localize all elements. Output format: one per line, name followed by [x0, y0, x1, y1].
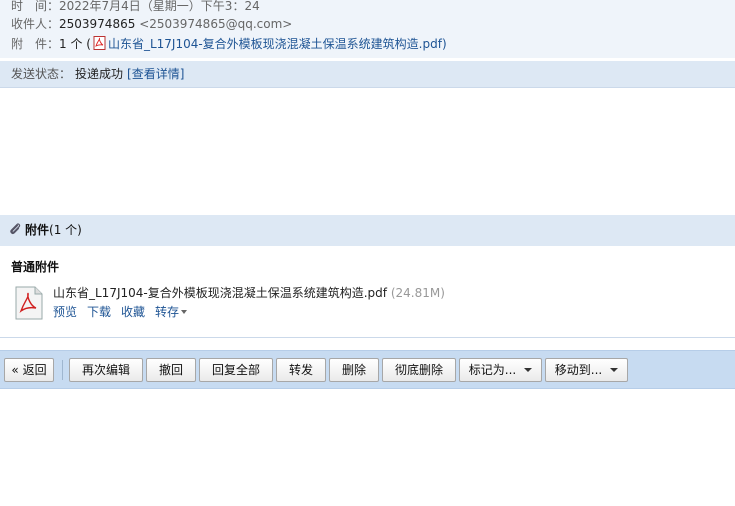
- attachment-actions: 预览 下载 收藏 转存: [53, 303, 188, 320]
- attachment-close: ): [441, 37, 447, 51]
- attachment-section-count: (1 个): [49, 223, 82, 237]
- mail-action-toolbar: « 返回 再次编辑 撤回 回复全部 转发 删除 彻底删除 标记为... 移动到.…: [0, 350, 735, 389]
- pdf-icon: [93, 36, 106, 50]
- attachment-section-header: 附件(1 个): [0, 215, 735, 246]
- attachment-label: 附 件：: [11, 37, 60, 51]
- paperclip-icon: [10, 223, 21, 234]
- delete-button[interactable]: 删除: [329, 358, 379, 382]
- delete-permanently-button[interactable]: 彻底删除: [382, 358, 456, 382]
- forward-button[interactable]: 转发: [276, 358, 326, 382]
- attachment-file-size: (24.81M): [390, 286, 445, 300]
- chevron-down-icon: [181, 310, 188, 314]
- save-to-label: 转存: [155, 305, 180, 319]
- chevron-down-icon: [524, 368, 533, 372]
- status-label: 发送状态：: [11, 67, 72, 81]
- move-to-dropdown[interactable]: 移动到...: [545, 358, 628, 382]
- move-to-label: 移动到...: [554, 363, 603, 377]
- attachment-row: 附 件：1 个 ( 山东省_L17J104-复合外模板现浇混凝土保温系统建筑构造.…: [11, 35, 447, 53]
- preview-link[interactable]: 预览: [53, 305, 77, 319]
- edit-again-button[interactable]: 再次编辑: [69, 358, 143, 382]
- chevron-down-icon: [610, 368, 619, 372]
- attachment-file-row: 山东省_L17J104-复合外模板现浇混凝土保温系统建筑构造.pdf (24.8…: [53, 284, 445, 301]
- reply-all-button[interactable]: 回复全部: [199, 358, 273, 382]
- mail-meta-header: 时 间：2022年7月4日（星期一）下午3：24 收件人：2503974865 …: [0, 0, 735, 58]
- favorite-link[interactable]: 收藏: [121, 305, 145, 319]
- save-to-link[interactable]: 转存: [155, 305, 188, 319]
- back-button[interactable]: « 返回: [4, 358, 54, 382]
- recipient-row: 收件人：2503974865 <2503974865@qq.com>: [11, 15, 292, 33]
- status-details-link[interactable]: [查看详情]: [127, 67, 184, 81]
- send-status-bar: 发送状态： 投递成功 [查看详情]: [0, 61, 735, 88]
- attachment-link[interactable]: 山东省_L17J104-复合外模板现浇混凝土保温系统建筑构造.pdf: [108, 37, 442, 51]
- time-label: 时 间：: [11, 0, 60, 13]
- status-value: 投递成功: [75, 67, 124, 81]
- recipient-label: 收件人：: [11, 17, 60, 31]
- time-row: 时 间：2022年7月4日（星期一）下午3：24: [11, 0, 260, 15]
- mark-as-dropdown[interactable]: 标记为...: [459, 358, 542, 382]
- pdf-file-icon[interactable]: [13, 286, 45, 320]
- attachment-list: 普通附件 山东省_L17J104-复合外模板现浇混凝土保温系统建筑构造.pdf …: [0, 246, 735, 338]
- mark-as-label: 标记为...: [468, 363, 517, 377]
- attachment-file-name[interactable]: 山东省_L17J104-复合外模板现浇混凝土保温系统建筑构造.pdf: [53, 286, 387, 300]
- toolbar-divider: [62, 360, 63, 380]
- attachment-subtitle: 普通附件: [11, 260, 60, 274]
- recipient-email: <2503974865@qq.com>: [139, 17, 293, 31]
- attachment-count: 1 个 (: [59, 37, 91, 51]
- recipient-name[interactable]: 2503974865: [59, 17, 135, 31]
- download-link[interactable]: 下载: [87, 305, 111, 319]
- recall-button[interactable]: 撤回: [146, 358, 196, 382]
- attachment-section-title: 附件: [25, 223, 50, 237]
- time-value: 2022年7月4日（星期一）下午3：24: [59, 0, 260, 13]
